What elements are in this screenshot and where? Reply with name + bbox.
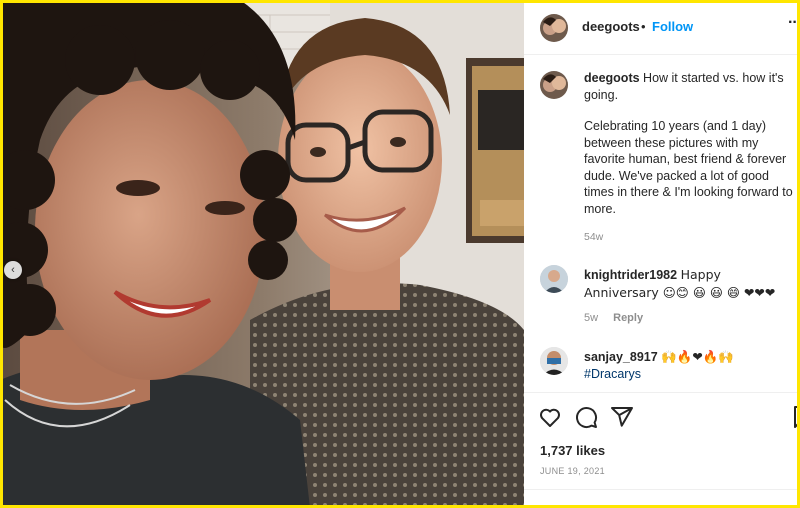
- post-side-panel: deegoots • Follow ··· deegoots How it st…: [524, 0, 800, 508]
- post-header: deegoots • Follow ···: [524, 0, 800, 55]
- comment-text: sanjay_8917 🙌🔥❤🔥🙌 #Dracarys: [584, 348, 789, 383]
- separator-dot: •: [641, 19, 646, 34]
- divider: [524, 489, 800, 490]
- comment-timestamp[interactable]: 5w: [584, 312, 598, 324]
- follow-button[interactable]: Follow: [652, 19, 693, 34]
- comment-text: knightrider1982 Happy Anniversary ☺😊 😃 😃…: [584, 266, 789, 302]
- commenter-username-link[interactable]: knightrider1982: [584, 268, 677, 282]
- author-username-link[interactable]: deegoots: [582, 19, 640, 34]
- caption-avatar[interactable]: [540, 71, 568, 99]
- post-photo[interactable]: ‹: [0, 0, 524, 508]
- post-date: JUNE 19, 2021: [540, 466, 605, 476]
- send-icon[interactable]: [610, 405, 634, 429]
- selfie-image: [0, 0, 524, 508]
- reply-button[interactable]: Reply: [613, 312, 643, 324]
- commenter-avatar[interactable]: [540, 347, 568, 375]
- likes-count[interactable]: 1,737 likes: [540, 443, 605, 458]
- more-options-icon[interactable]: ···: [788, 14, 800, 32]
- commenter-username-link[interactable]: sanjay_8917: [584, 350, 658, 364]
- carousel-prev-button[interactable]: ‹: [4, 261, 22, 279]
- action-bar: [524, 392, 800, 439]
- comment-body: 🙌🔥❤🔥🙌: [661, 349, 734, 364]
- hashtag-link[interactable]: #Dracarys: [584, 367, 641, 381]
- caption-username-link[interactable]: deegoots: [584, 71, 640, 85]
- caption-text: deegoots How it started vs. how it's goi…: [584, 70, 794, 217]
- commenter-avatar[interactable]: [540, 265, 568, 293]
- comments-list[interactable]: deegoots How it started vs. how it's goi…: [524, 55, 800, 391]
- heart-icon[interactable]: [538, 405, 562, 429]
- caption-line-2: Celebrating 10 years (and 1 day) between…: [584, 119, 793, 216]
- author-avatar[interactable]: [540, 14, 568, 42]
- comment-icon[interactable]: [574, 405, 598, 429]
- caption-timestamp[interactable]: 54w: [584, 231, 603, 243]
- bookmark-icon[interactable]: [790, 405, 800, 429]
- comment-meta: 5w Reply: [584, 312, 655, 324]
